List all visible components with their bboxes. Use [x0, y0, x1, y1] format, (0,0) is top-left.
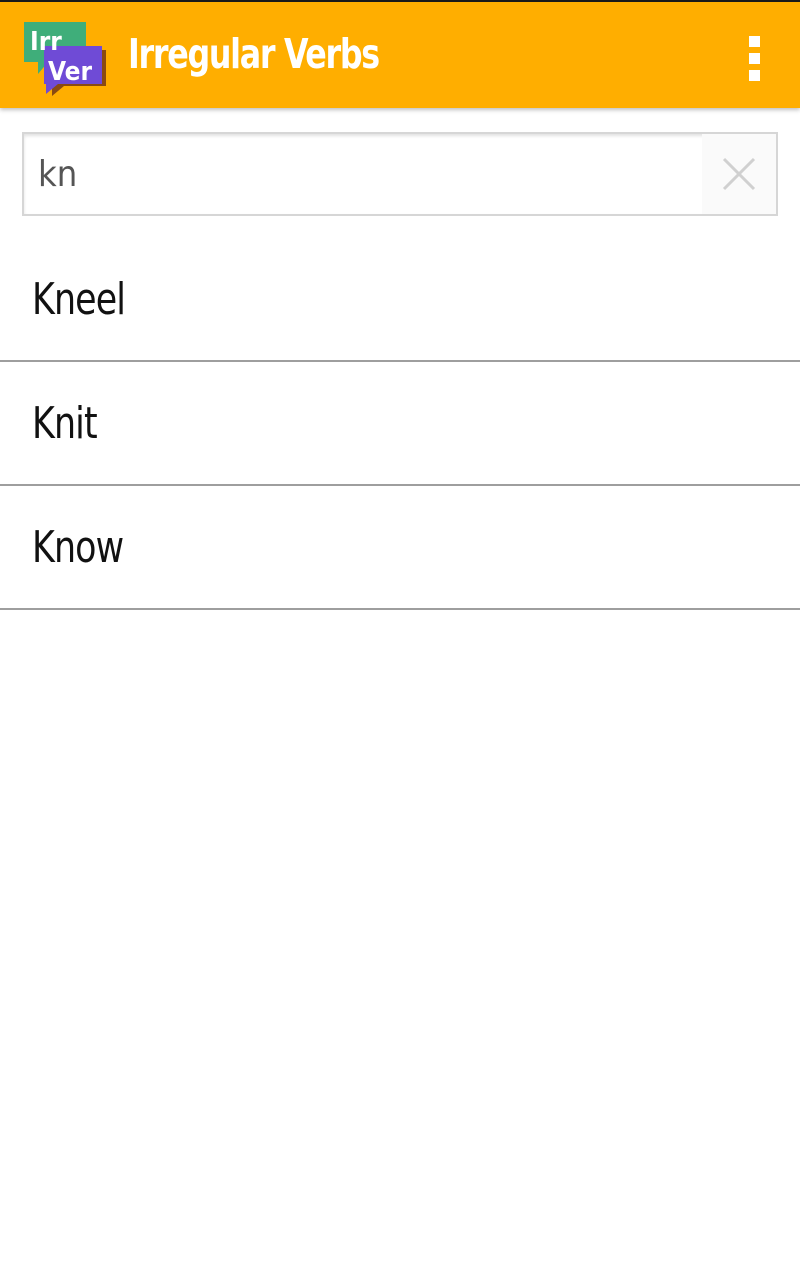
search-input[interactable] [24, 134, 684, 214]
app-bar: Irr Ver Irregular Verbs [0, 2, 800, 108]
list-item[interactable]: Know [0, 486, 800, 610]
logo-text-top: Irr [30, 27, 62, 57]
search-box [22, 132, 778, 216]
logo-text-bottom: Ver [48, 57, 93, 87]
app-title: Irregular Verbs [128, 30, 380, 78]
app-logo: Irr Ver [24, 22, 106, 96]
list-item-label: Knit [32, 397, 98, 449]
overflow-menu-icon[interactable] [730, 30, 778, 86]
menu-dot [748, 52, 760, 64]
list-item-label: Kneel [32, 273, 126, 325]
results-list: Kneel Knit Know [0, 238, 800, 610]
list-item-label: Know [32, 521, 124, 573]
menu-dot [748, 35, 760, 47]
menu-dot [748, 69, 760, 81]
close-icon [722, 157, 756, 191]
clear-search-button[interactable] [702, 134, 776, 214]
list-item[interactable]: Kneel [0, 238, 800, 362]
list-item[interactable]: Knit [0, 362, 800, 486]
